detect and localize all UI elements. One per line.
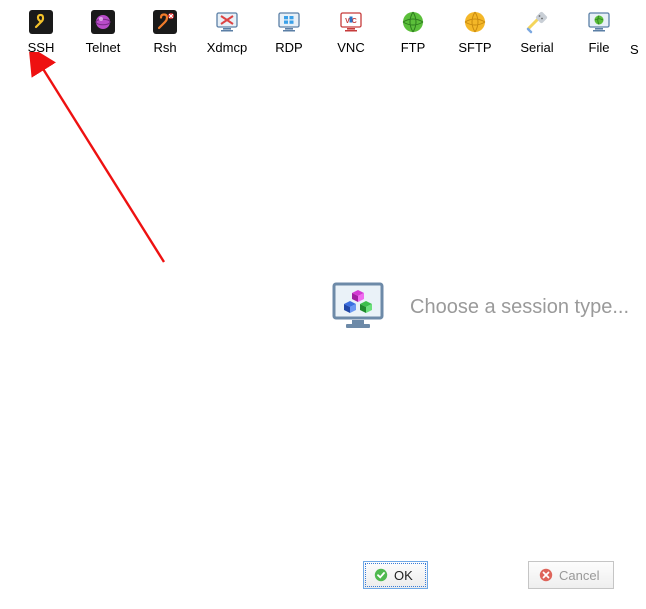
cancel-button[interactable]: Cancel xyxy=(528,561,614,589)
session-prompt: Choose a session type... xyxy=(330,278,629,337)
toolbar-item-rdp[interactable]: RDP xyxy=(258,10,320,55)
cancel-x-icon xyxy=(539,568,553,582)
toolbar-item-label: SFTP xyxy=(458,40,491,55)
toolbar-item-label: Rsh xyxy=(153,40,176,55)
rsh-icon xyxy=(153,10,177,34)
ok-check-icon xyxy=(374,568,388,582)
toolbar-item-ssh[interactable]: SSH xyxy=(10,10,72,55)
ok-button-label: OK xyxy=(394,568,413,583)
serial-icon xyxy=(525,10,549,34)
ssh-icon xyxy=(29,10,53,34)
toolbar-item-label: FTP xyxy=(401,40,426,55)
session-type-toolbar: SSH Telnet Rsh xyxy=(0,0,646,57)
ok-button[interactable]: OK xyxy=(363,561,428,589)
toolbar-item-sftp[interactable]: SFTP xyxy=(444,10,506,55)
toolbar-item-label: VNC xyxy=(337,40,364,55)
toolbar-item-label: Xdmcp xyxy=(207,40,247,55)
cancel-button-label: Cancel xyxy=(559,568,599,583)
toolbar-item-telnet[interactable]: Telnet xyxy=(72,10,134,55)
toolbar-item-ftp[interactable]: FTP xyxy=(382,10,444,55)
toolbar-item-label: SSH xyxy=(28,40,55,55)
toolbar-item-label: File xyxy=(589,40,610,55)
session-prompt-text: Choose a session type... xyxy=(410,296,629,319)
ftp-icon xyxy=(401,10,425,34)
dialog-buttons: OK Cancel xyxy=(0,559,646,589)
file-icon xyxy=(587,10,611,34)
toolbar-item-file[interactable]: File xyxy=(568,10,630,55)
toolbar-item-label: Telnet xyxy=(86,40,121,55)
session-monitor-icon xyxy=(330,278,386,337)
toolbar-item-rsh[interactable]: Rsh xyxy=(134,10,196,55)
annotation-arrow xyxy=(24,52,194,282)
vnc-icon: V C xyxy=(339,10,363,34)
toolbar-item-xdmcp[interactable]: Xdmcp xyxy=(196,10,258,55)
rdp-icon xyxy=(277,10,301,34)
sftp-icon xyxy=(463,10,487,34)
toolbar-item-label: Serial xyxy=(520,40,553,55)
xdmcp-icon xyxy=(215,10,239,34)
toolbar-item-vnc[interactable]: V C VNC xyxy=(320,10,382,55)
toolbar-item-label: RDP xyxy=(275,40,302,55)
toolbar-item-serial[interactable]: Serial xyxy=(506,10,568,55)
telnet-icon xyxy=(91,10,115,34)
toolbar-overflow: S xyxy=(630,10,644,57)
